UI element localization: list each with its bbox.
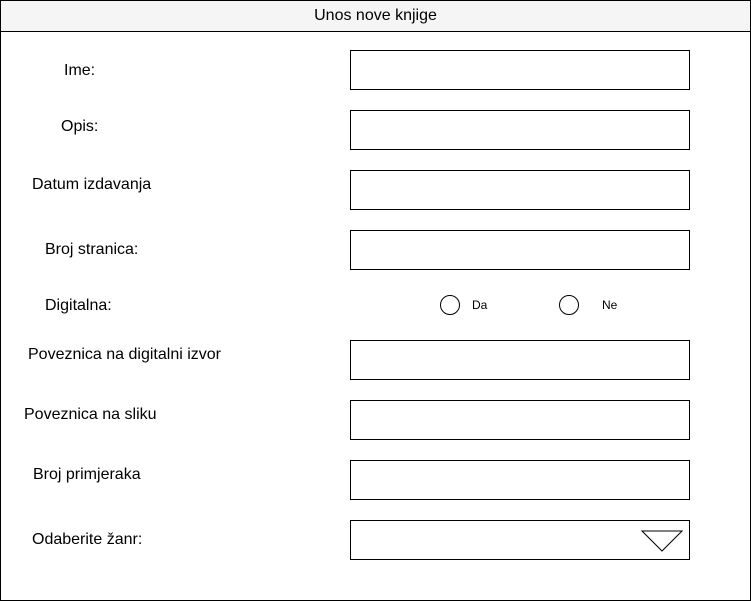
- digital-yes-label: Da: [472, 298, 488, 312]
- page-count-label: Broj stranica:: [45, 241, 139, 258]
- triangle-down-icon[interactable]: [641, 530, 683, 552]
- digital-yes-radio[interactable]: [440, 295, 460, 315]
- description-label: Opis:: [61, 118, 99, 135]
- name-label: Ime:: [64, 62, 96, 79]
- digital-no-label: Ne: [602, 298, 618, 312]
- copies-input[interactable]: [350, 460, 690, 500]
- genre-select[interactable]: [350, 520, 690, 560]
- copies-label: Broj primjeraka: [33, 466, 141, 483]
- publish-date-label: Datum izdavanja: [32, 176, 152, 193]
- image-link-input[interactable]: [350, 400, 690, 440]
- digital-link-label: Poveznica na digitalni izvor: [28, 346, 221, 363]
- page-count-input[interactable]: [350, 230, 690, 270]
- digital-no-radio[interactable]: [559, 295, 579, 315]
- digital-label: Digitalna:: [45, 297, 112, 314]
- window-title: Unos nove knjige: [1, 1, 750, 32]
- genre-label: Odaberite žanr:: [32, 531, 143, 548]
- description-input[interactable]: [350, 110, 690, 150]
- book-entry-window: Unos nove knjige Ime: Opis: Datum izdava…: [0, 0, 751, 601]
- digital-link-input[interactable]: [350, 340, 690, 380]
- name-input[interactable]: [350, 50, 690, 90]
- publish-date-input[interactable]: [350, 170, 690, 210]
- image-link-label: Poveznica na sliku: [24, 406, 157, 423]
